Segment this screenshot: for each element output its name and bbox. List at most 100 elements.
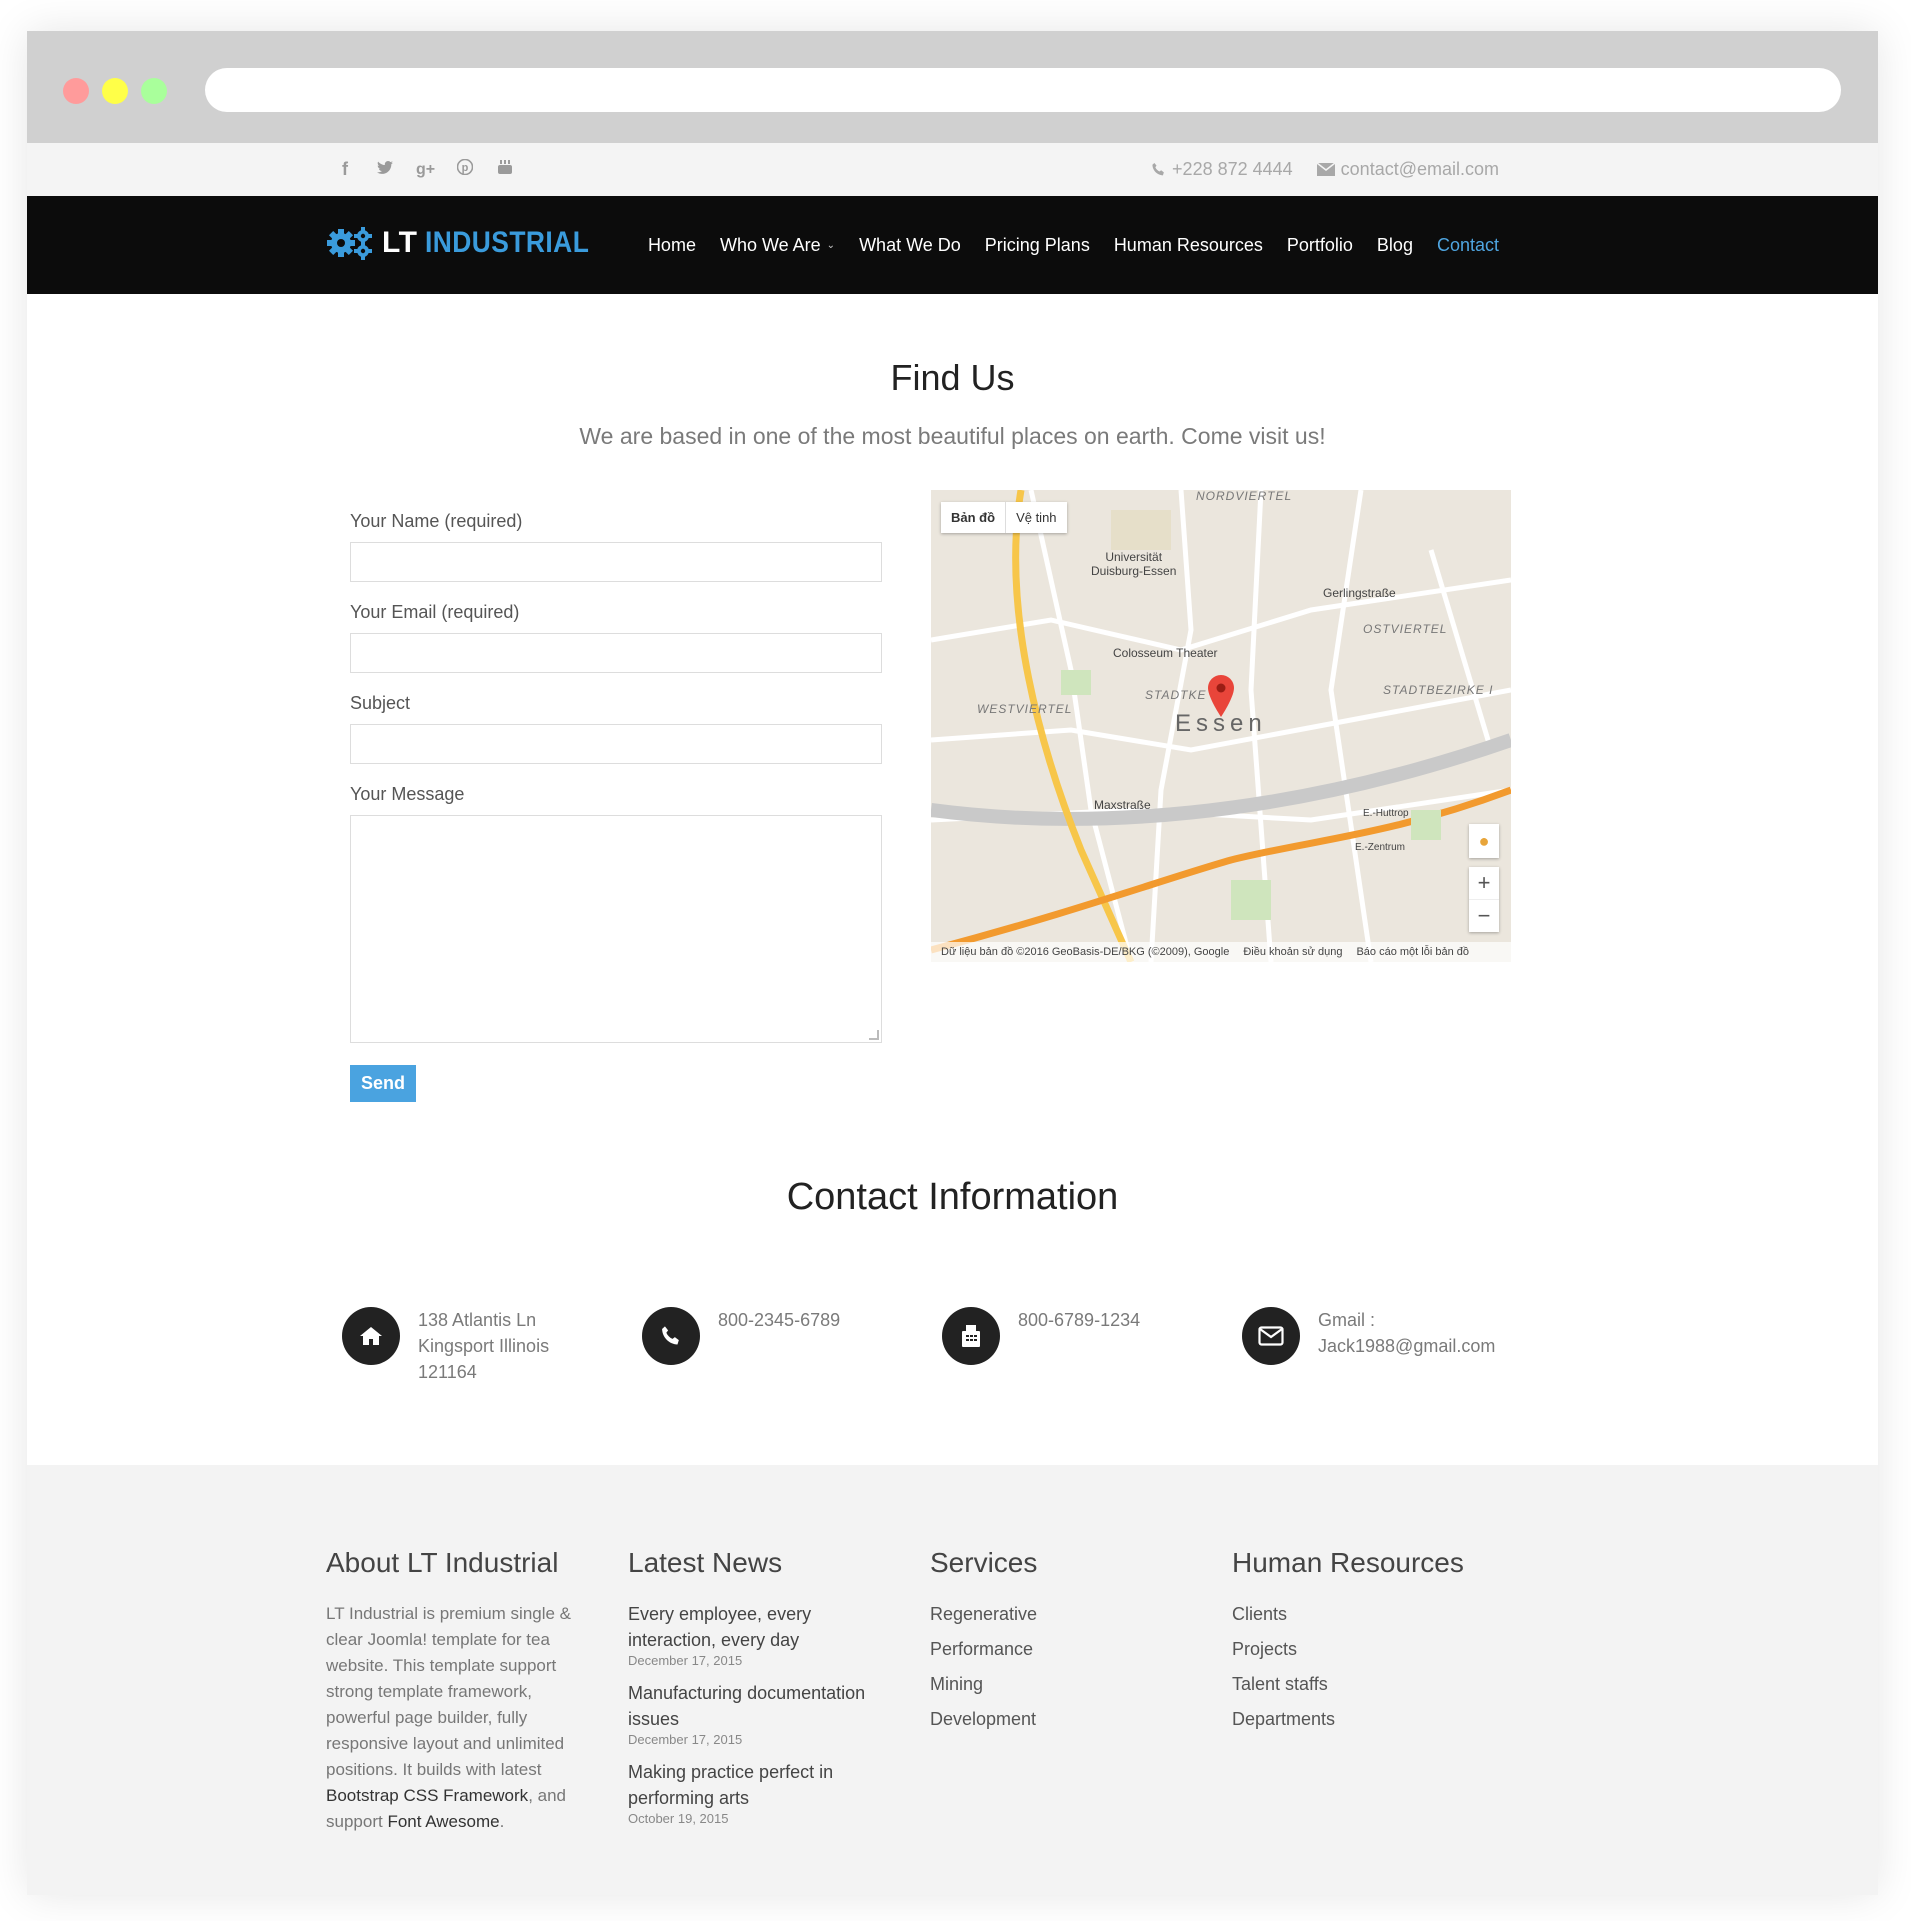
social-links: f g+ p xyxy=(336,143,514,196)
youtube-icon[interactable] xyxy=(496,159,514,180)
maximize-window-button[interactable] xyxy=(141,78,167,104)
contact-phone-text: 800-2345-6789 xyxy=(718,1310,841,1330)
footer-about-text: LT Industrial is premium single & clear … xyxy=(326,1601,581,1835)
main-navbar: LT INDUSTRIAL Home Who We Are ⌄ What We D… xyxy=(27,196,1878,294)
font-awesome-link[interactable]: Font Awesome xyxy=(387,1812,499,1831)
news-item: Manufacturing documentation issues Decem… xyxy=(628,1680,898,1747)
pinterest-icon[interactable]: p xyxy=(456,158,474,180)
email-label: Your Email (required) xyxy=(350,602,520,622)
nav-pricing-plans[interactable]: Pricing Plans xyxy=(985,235,1090,256)
map-report-link[interactable]: Báo cáo một lỗi bản đồ xyxy=(1356,946,1469,958)
hr-link-projects[interactable]: Projects xyxy=(1232,1636,1534,1671)
subject-input[interactable] xyxy=(350,724,882,764)
footer-news-title: Latest News xyxy=(628,1547,783,1578)
news-title-link[interactable]: Manufacturing documentation issues xyxy=(628,1680,898,1732)
nav-blog[interactable]: Blog xyxy=(1377,235,1413,256)
footer-about-text-3: . xyxy=(499,1812,505,1831)
map-label-colosseum: Colosseum Theater xyxy=(1113,646,1218,660)
footer-columns: About LT Industrial LT Industrial is pre… xyxy=(326,1547,1534,1838)
news-title-link[interactable]: Every employee, every interaction, every… xyxy=(628,1601,898,1653)
nav-home[interactable]: Home xyxy=(648,235,696,256)
map-label-stadtbezirke: STADTBEZIRKE I xyxy=(1383,683,1494,697)
name-label: Your Name (required) xyxy=(350,511,523,531)
minimize-window-button[interactable] xyxy=(102,78,128,104)
map-tab-satellite[interactable]: Vệ tinh xyxy=(1006,502,1066,533)
footer-hr-title: Human Resources xyxy=(1232,1547,1464,1578)
nav-contact[interactable]: Contact xyxy=(1437,235,1499,256)
close-window-button[interactable] xyxy=(63,78,89,104)
map-label-zentrum: E.-Zentrum xyxy=(1355,842,1406,853)
site-footer: About LT Industrial LT Industrial is pre… xyxy=(27,1465,1878,1895)
zoom-control: + − xyxy=(1469,867,1499,932)
nav-portfolio[interactable]: Portfolio xyxy=(1287,235,1353,256)
map-label-westviertel: WESTVIERTEL xyxy=(977,702,1073,716)
top-bar: f g+ p +228 872 4444 contact@email.com xyxy=(27,143,1878,196)
map-marker-icon[interactable] xyxy=(1208,675,1234,717)
hr-link-departments[interactable]: Departments xyxy=(1232,1706,1534,1741)
nav-human-resources[interactable]: Human Resources xyxy=(1114,235,1263,256)
nav-who-we-are[interactable]: Who We Are ⌄ xyxy=(720,235,835,256)
bootstrap-link[interactable]: Bootstrap CSS Framework xyxy=(326,1786,528,1805)
map-terms-link[interactable]: Điều khoản sử dụng xyxy=(1243,946,1342,958)
nav-what-we-do[interactable]: What We Do xyxy=(859,235,961,256)
top-phone[interactable]: +228 872 4444 xyxy=(1151,159,1293,180)
contact-address: 138 Atlantis Ln Kingsport Illinois 12116… xyxy=(342,1307,642,1385)
message-textarea[interactable] xyxy=(350,815,882,1043)
chevron-down-icon: ⌄ xyxy=(826,239,836,251)
envelope-icon xyxy=(1316,163,1335,176)
map-label-huttrop: E.-Huttrop xyxy=(1363,808,1409,819)
phone-icon xyxy=(1152,162,1164,176)
contact-email: Gmail : Jack1988@gmail.com xyxy=(1242,1307,1542,1385)
zoom-in-button[interactable]: + xyxy=(1469,867,1499,899)
send-button[interactable]: Send xyxy=(350,1065,417,1102)
footer-about: About LT Industrial LT Industrial is pre… xyxy=(326,1547,628,1838)
hr-link-clients[interactable]: Clients xyxy=(1232,1601,1534,1636)
footer-about-text-1: LT Industrial is premium single & clear … xyxy=(326,1604,572,1779)
resize-handle[interactable] xyxy=(869,1030,879,1040)
service-link-mining[interactable]: Mining xyxy=(930,1671,1232,1706)
facebook-icon[interactable]: f xyxy=(336,159,354,180)
logo-text-industrial: INDUSTRIAL xyxy=(425,226,590,259)
fax-icon xyxy=(942,1307,1000,1365)
news-date: December 17, 2015 xyxy=(628,1732,743,1747)
map-tab-map[interactable]: Bản đồ xyxy=(941,502,1007,533)
contact-fax: 800-6789-1234 xyxy=(942,1307,1242,1385)
map-label-maxstrasse: Maxstraße xyxy=(1094,798,1151,812)
map-label-ostviertel: OSTVIERTEL xyxy=(1363,622,1448,636)
contact-form: Your Name (required) Your Email (require… xyxy=(350,511,884,1102)
name-input[interactable] xyxy=(350,542,882,582)
contact-info-title: Contact Information xyxy=(786,1176,1119,1218)
svg-text:p: p xyxy=(462,162,469,174)
street-view-pegman-icon[interactable]: ● xyxy=(1469,824,1499,858)
top-phone-text: +228 872 4444 xyxy=(1172,159,1293,179)
top-email[interactable]: contact@email.com xyxy=(1316,159,1499,180)
news-title-link[interactable]: Making practice perfect in performing ar… xyxy=(628,1759,898,1811)
service-link-performance[interactable]: Performance xyxy=(930,1636,1232,1671)
footer-services-title: Services xyxy=(930,1547,1038,1578)
top-contact: +228 872 4444 contact@email.com xyxy=(1151,143,1499,196)
zoom-out-button[interactable]: − xyxy=(1469,899,1499,932)
twitter-icon[interactable] xyxy=(376,159,394,180)
site-logo[interactable]: LT INDUSTRIAL xyxy=(326,226,612,260)
map-type-control: Bản đồ Vệ tinh xyxy=(941,502,1067,533)
home-icon xyxy=(342,1307,400,1365)
service-link-development[interactable]: Development xyxy=(930,1706,1232,1741)
contact-phone: 800-2345-6789 xyxy=(642,1307,942,1385)
contact-info-list: 138 Atlantis Ln Kingsport Illinois 12116… xyxy=(342,1307,1542,1385)
footer-latest-news: Latest News Every employee, every intera… xyxy=(628,1547,930,1838)
map-label-nordviertel: NORDVIERTEL xyxy=(1196,490,1293,503)
news-date: December 17, 2015 xyxy=(628,1653,743,1668)
address-bar[interactable] xyxy=(205,68,1841,112)
logo-text-lt: LT xyxy=(382,226,418,259)
subject-label: Subject xyxy=(350,693,411,713)
hr-link-talent-staffs[interactable]: Talent staffs xyxy=(1232,1671,1534,1706)
google-map[interactable]: NORDVIERTEL Universität Duisburg-Essen G… xyxy=(931,490,1511,962)
map-attribution-text: Dữ liệu bản đồ ©2016 GeoBasis-DE/BKG (©2… xyxy=(941,946,1230,958)
top-email-text: contact@email.com xyxy=(1340,159,1499,179)
envelope-icon xyxy=(1242,1307,1300,1365)
email-input[interactable] xyxy=(350,633,882,673)
find-us-title: Find Us xyxy=(890,357,1015,398)
find-us-subtitle: We are based in one of the most beautifu… xyxy=(579,423,1326,449)
service-link-regenerative[interactable]: Regenerative xyxy=(930,1601,1232,1636)
google-plus-icon[interactable]: g+ xyxy=(416,161,435,179)
